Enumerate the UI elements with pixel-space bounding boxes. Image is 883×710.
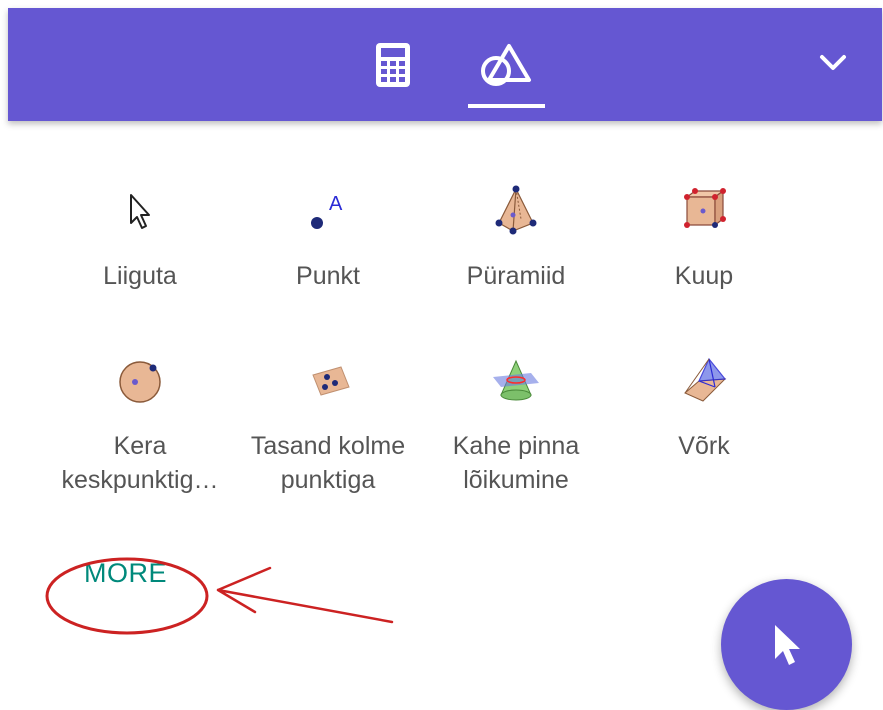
- point-icon: A: [311, 193, 343, 229]
- net-icon: [684, 357, 727, 402]
- move-fab-button[interactable]: [721, 579, 852, 710]
- tab-calculator[interactable]: [358, 8, 428, 121]
- tool-label: Kahe pinna lõikumine: [452, 432, 580, 494]
- tool-move[interactable]: Liiguta: [45, 185, 235, 295]
- tool-label: Punkt: [296, 262, 360, 290]
- cube-icon: [684, 188, 726, 228]
- tool-point[interactable]: A Punkt: [233, 185, 423, 295]
- tool-plane-three-points[interactable]: Tasand kolme punktiga: [233, 355, 423, 495]
- tool-label: Kuup: [674, 262, 734, 290]
- plane-three-points-icon: [312, 366, 350, 396]
- tool-intersect-surfaces[interactable]: Kahe pinna lõikumine: [421, 355, 611, 495]
- tool-pyramid[interactable]: Püramiid: [421, 185, 611, 295]
- svg-text:A: A: [329, 193, 343, 215]
- collapse-button[interactable]: [808, 38, 858, 88]
- chevron-down-icon: [820, 55, 846, 70]
- shapes-icon: [481, 43, 531, 86]
- tool-label: Püramiid: [466, 262, 566, 290]
- tool-label: Võrk: [678, 432, 730, 460]
- sphere-icon: [119, 361, 161, 403]
- pyramid-icon: [495, 185, 537, 235]
- tool-cube[interactable]: Kuup: [609, 185, 799, 295]
- tool-label: Kera keskpunktig…: [61, 432, 219, 494]
- move-cursor-icon: [130, 194, 150, 229]
- tool-net[interactable]: Võrk: [609, 355, 799, 495]
- annotation-arrow: [216, 566, 394, 624]
- tool-label: Liiguta: [103, 262, 177, 290]
- app-header: [8, 8, 882, 121]
- intersect-surfaces-icon: [493, 359, 539, 401]
- more-button[interactable]: MORE: [84, 558, 167, 589]
- tab-selected-indicator: [468, 104, 545, 108]
- calculator-icon: [376, 42, 410, 87]
- move-cursor-icon: [774, 624, 800, 665]
- tool-sphere-center[interactable]: Kera keskpunktig…: [45, 355, 235, 495]
- tool-label: Tasand kolme punktiga: [250, 432, 406, 494]
